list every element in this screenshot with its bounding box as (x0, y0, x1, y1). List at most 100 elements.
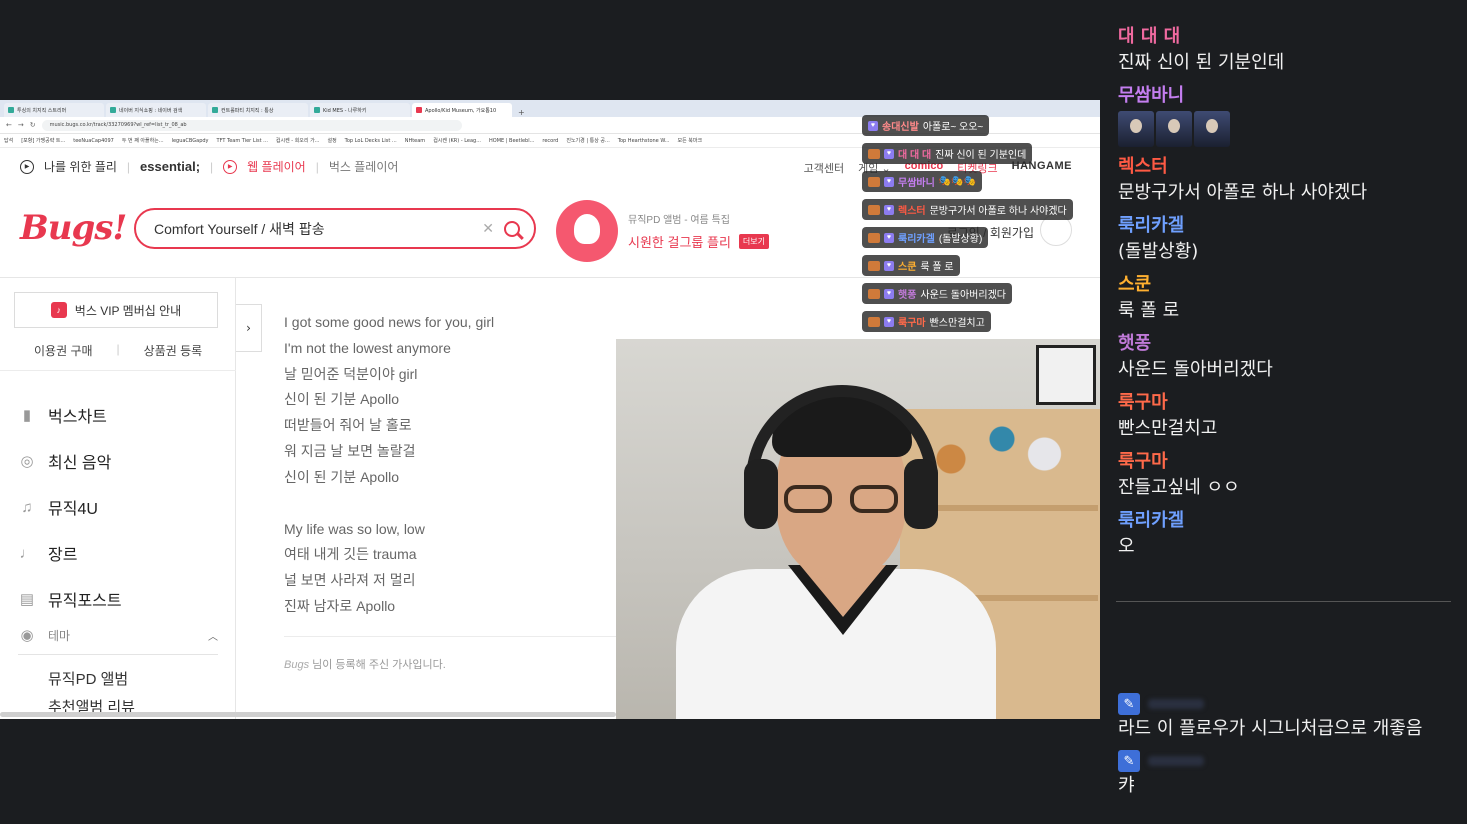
chat-message-text: 진짜 신이 된 기분인데 (1118, 52, 1285, 73)
chat-message-text: 캬 (1118, 775, 1135, 796)
bookmark-item[interactable]: 컵시켄 - 회오리 가... (276, 137, 320, 144)
essential-link[interactable]: essential; (140, 159, 200, 174)
chat-emotes (1118, 111, 1458, 147)
bookmark-item[interactable]: 진노기경 | 통상 공... (566, 137, 609, 144)
chat-user-row: ✎ (1118, 749, 1458, 773)
bookmark-item[interactable]: leguaCBGapdy (172, 138, 209, 144)
chat-message-text: 오 (1118, 536, 1135, 557)
bookmark-item[interactable]: 컵시켄 (KR) - Leag... (433, 137, 481, 144)
sidebar-menu: ▮ 벅스차트 ◎ 최신 음악 ♫ 뮤직4U ♩ 장르 ▤ 뮤직포스트 (18, 392, 122, 622)
bookmark-item[interactable]: teeNuaCap4097 (73, 138, 114, 144)
overlay-chat-name: 스쿤 (898, 262, 917, 273)
theme-item-musicpd[interactable]: 뮤직PD 앨범 (48, 666, 135, 694)
chat-message: 스쿤 룩 폴 로 (1118, 272, 1458, 324)
bookmark-item[interactable]: [포항] 가맹공략 트... (21, 137, 65, 144)
lyrics-divider (284, 636, 616, 637)
mod-badge-icon: ✎ (1118, 750, 1140, 772)
overlay-chat-text: 진짜 신이 된 기분인데 (935, 150, 1027, 161)
url-field[interactable]: music.bugs.co.kr/track/33270969?wl_ref=l… (41, 119, 462, 131)
sidebar-item-chart[interactable]: ▮ 벅스차트 (18, 392, 122, 438)
search-input[interactable]: Comfort Yourself / 새벽 팝송 (154, 219, 482, 239)
overlay-chat-text: (돌발상황) (938, 234, 983, 245)
overlay-chat-message: ♥ 무쌈바니 🎭🎭🎭 (862, 171, 983, 192)
browser-tab[interactable]: 컨트롤파티 치지직 : 통상 (208, 103, 308, 117)
chat-username[interactable]: 룩리카겔 (1118, 213, 1458, 239)
support-link[interactable]: 고객센터 (804, 160, 844, 176)
chat-message-text: 잔들고싶네 ㅇㅇ (1118, 477, 1240, 498)
horizontal-scrollbar[interactable] (0, 712, 616, 717)
chat-username[interactable]: 무쌈바니 (1118, 83, 1458, 109)
gift-card-link[interactable]: 상품권 등록 (144, 342, 203, 359)
overlay-chat-name: 햇퐁 (898, 290, 917, 301)
credit-user: Bugs (284, 659, 310, 671)
sidebar-divider (0, 370, 236, 371)
sidebar-collapse-button[interactable]: › (236, 304, 262, 352)
bookmark-item[interactable]: NHteam (405, 138, 425, 144)
forward-icon[interactable]: → (18, 121, 24, 129)
heart-icon: ♥ (884, 176, 894, 187)
my-playlist-link[interactable]: 나를 위한 플리 (44, 158, 117, 175)
tab-favicon-icon (212, 107, 218, 113)
bookmark-item[interactable]: Top Hearthstone W... (618, 138, 670, 144)
chat-username[interactable]: 룩구마 (1118, 449, 1458, 475)
sidebar-item-music-post[interactable]: ▤ 뮤직포스트 (18, 576, 122, 622)
bookmark-item[interactable]: 두 번 째 아플하는... (122, 137, 164, 144)
search-icon[interactable] (504, 220, 520, 237)
headphone-earcup-right (904, 459, 938, 529)
web-player-link[interactable]: 웹 플레이어 (247, 158, 306, 175)
search-box[interactable]: Comfort Yourself / 새벽 팝송 ✕ (134, 208, 536, 249)
bookmark-item[interactable]: 답석 (4, 137, 13, 144)
browser-tab[interactable]: 네이버 지식쇼핑 : 네이버 검색 (106, 103, 206, 117)
guitar-icon: ♩ (19, 544, 35, 562)
sidebar: ♪ 벅스 VIP 멤버십 안내 이용권 구매 | 상품권 등록 ▮ 벅스차트 ◎ 최… (0, 278, 236, 719)
reload-icon[interactable]: ↻ (30, 121, 36, 129)
sidebar-item-label: 최신 음악 (48, 455, 112, 472)
chat-username[interactable]: 스쿤 (1118, 272, 1458, 298)
new-tab-button[interactable]: + (514, 108, 529, 117)
sidebar-item-music4u[interactable]: ♫ 뮤직4U (18, 484, 122, 530)
overlay-chat-message: ♥ 룩구마 빤스만걸치고 (862, 311, 991, 332)
streamer-glasses (784, 485, 898, 515)
chat-message-text: 문방구가서 아폴로 하나 사야겠다 (1118, 182, 1368, 203)
browser-tab[interactable]: 투싱의 치지직 스트리머 (4, 103, 104, 117)
browser-tab[interactable]: Kid MES - 나루하키 (310, 103, 410, 117)
bookmark-item[interactable]: Top LoL Decks List ... (345, 138, 397, 144)
webcam-feed (616, 339, 1100, 719)
bookmark-item[interactable]: record (542, 138, 558, 144)
emote-icon (1156, 111, 1192, 147)
chat-username[interactable]: 룩구마 (1118, 390, 1458, 416)
bookmark-item[interactable]: HOME | Beetlebl... (489, 138, 534, 144)
bookmark-item[interactable]: 설정 (327, 137, 336, 144)
bugs-player-link[interactable]: 벅스 플레이어 (329, 158, 399, 175)
tab-favicon-icon (314, 107, 320, 113)
credit-text: 님이 등록해 주신 가사입니다. (312, 659, 446, 671)
overlay-chat-message: ♥ 룩리카겔 (돌발상황) (862, 227, 989, 248)
vip-membership-button[interactable]: ♪ 벅스 VIP 멤버십 안내 (14, 292, 218, 328)
bugs-logo[interactable]: Bugs! (20, 208, 127, 248)
browser-tab-active[interactable]: Apollo/Kid Museum, 가요톱10 (412, 103, 512, 117)
back-icon[interactable]: ← (6, 121, 12, 129)
sidebar-item-new-music[interactable]: ◎ 최신 음악 (18, 438, 122, 484)
hidden-username (1148, 756, 1204, 766)
sidebar-item-label: 뮤직4U (48, 501, 98, 518)
chat-username[interactable]: 렉스터 (1118, 154, 1458, 180)
chat-message-text: 룩 폴 로 (1118, 300, 1180, 321)
chat-username[interactable]: 햇퐁 (1118, 331, 1458, 357)
bookmark-item[interactable]: 모든 북마크 (678, 137, 703, 144)
buy-pass-link[interactable]: 이용권 구매 (34, 342, 93, 359)
bookmark-item[interactable]: TFT Team Tier List ... (217, 138, 268, 144)
promo-banner[interactable]: 뮤직PD 앨범 - 여름 특집 시원한 걸그룹 플리 더보기 (556, 200, 769, 262)
chat-message-text: 빤스만걸치고 (1118, 418, 1218, 439)
heart-icon: ♥ (884, 204, 894, 215)
chat-username[interactable]: 대 대 대 (1118, 24, 1458, 50)
sidebar-item-genre[interactable]: ♩ 장르 (18, 530, 122, 576)
promo-more-button[interactable]: 더보기 (738, 234, 769, 249)
clear-icon[interactable]: ✕ (482, 221, 494, 237)
chat-username[interactable]: 룩리카겔 (1118, 508, 1458, 534)
promo-image (556, 200, 618, 262)
post-icon: ▤ (19, 591, 35, 608)
lyric-line: 널 보면 사라져 저 멀리 (284, 572, 416, 589)
chevron-up-icon[interactable]: ︿ (208, 628, 218, 643)
theme-section-header[interactable]: ◉ 테마 ︿ (18, 626, 218, 655)
emote-icon (1194, 111, 1230, 147)
